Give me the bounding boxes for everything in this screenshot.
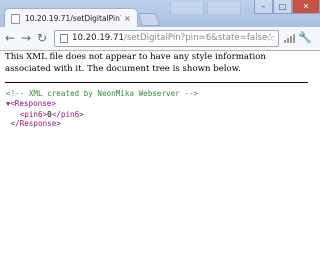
pin-open-tag: <pin6> — [19, 109, 48, 119]
response-open-tag: <Response> — [10, 98, 56, 108]
background-tab[interactable] — [170, 2, 204, 14]
back-button[interactable]: ← — [5, 31, 15, 45]
new-tab-button[interactable] — [137, 13, 161, 26]
xml-comment: <!-- XML created by NeonMika Webserver -… — [6, 89, 199, 98]
pin-close-tag: </pin6> — [51, 109, 84, 119]
active-tab[interactable]: 10.20.19.71/setDigitalPin?p × — [4, 8, 138, 28]
wrench-menu-icon[interactable]: 🔧 — [298, 31, 312, 44]
xml-style-notice: This XML file does not appear to have an… — [5, 52, 266, 74]
page-icon — [60, 34, 68, 43]
url-text[interactable]: 10.20.19.71/setDigitalPin?pin=6&state=fa… — [72, 32, 267, 45]
response-close-tag: </Response> — [10, 119, 61, 129]
page-icon — [11, 13, 20, 24]
minimize-button[interactable]: – — [254, 0, 273, 14]
reload-button[interactable]: ↻ — [37, 31, 47, 45]
tab-strip: – □ ✕ 10.20.19.71/setDigitalPin?p × — [0, 0, 320, 28]
url-host: 10.20.19.71 — [72, 33, 124, 43]
close-tab-icon[interactable]: × — [124, 14, 131, 23]
maximize-button[interactable]: □ — [273, 0, 292, 14]
page-action-icon[interactable] — [284, 34, 295, 43]
forward-button[interactable]: → — [21, 31, 31, 45]
tab-title: 10.20.19.71/setDigitalPin?p — [25, 14, 121, 23]
background-tab[interactable] — [207, 2, 241, 14]
bookmark-star-icon[interactable]: ☆ — [265, 31, 275, 44]
window-controls: – □ ✕ — [254, 0, 320, 14]
address-bar[interactable]: 10.20.19.71/setDigitalPin?pin=6&state=fa… — [54, 30, 279, 47]
divider — [5, 82, 308, 83]
toolbar: ← → ↻ 10.20.19.71/setDigitalPin?pin=6&st… — [0, 27, 320, 51]
page-content: This XML file does not appear to have an… — [0, 51, 320, 258]
url-path: /setDigitalPin?pin=6&state=false — [123, 33, 268, 43]
xml-tree: <!-- XML created by NeonMika Webserver -… — [6, 89, 198, 129]
close-window-button[interactable]: ✕ — [292, 0, 320, 14]
